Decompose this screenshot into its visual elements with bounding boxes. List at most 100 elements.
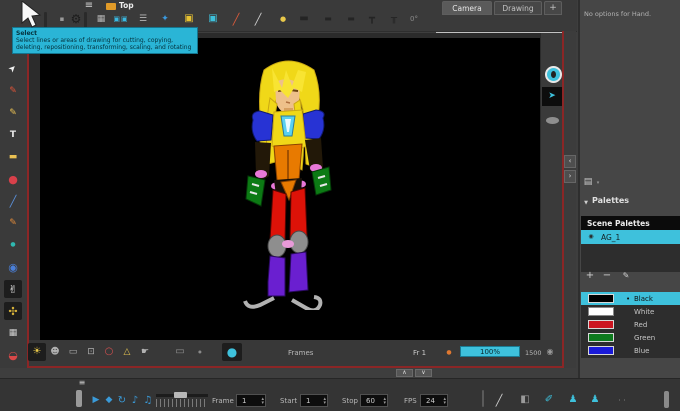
grid-tool[interactable]: ▦ — [4, 324, 22, 342]
edit-palette-button[interactable]: ✎ — [620, 270, 632, 282]
puppet-icon-1[interactable]: ♟ — [566, 393, 580, 407]
grid-icon[interactable]: ▦ — [94, 11, 108, 27]
plug-icon[interactable]: ▪ — [56, 11, 68, 27]
frame-spinbox[interactable]: 1 ▴ ▾ — [236, 394, 266, 407]
tab-camera[interactable]: Camera — [442, 1, 492, 15]
pencil-tool[interactable]: ✎ — [4, 82, 22, 100]
palette-pot-tool[interactable]: ◒ — [4, 346, 22, 364]
color-swatch-blue[interactable] — [588, 346, 614, 355]
rotation-reset-icon[interactable]: 0° — [406, 11, 422, 27]
battery-icon[interactable]: ▭ — [172, 345, 188, 359]
dropper-tool[interactable]: ● — [4, 236, 22, 254]
line-tool[interactable]: ╱ — [4, 192, 22, 210]
collapse-right-button[interactable]: › — [564, 170, 576, 183]
camera-canvas[interactable] — [40, 38, 540, 340]
bench-icon[interactable]: ╥ — [386, 11, 402, 27]
toolbar-separator — [44, 12, 47, 28]
color-swatch-black[interactable] — [588, 294, 614, 303]
play-button[interactable]: ▶ — [90, 394, 102, 407]
fps-spinbox[interactable]: 24 ▴ ▾ — [420, 394, 448, 407]
frame-spinner-icon[interactable]: ▴ ▾ — [261, 396, 265, 405]
flat-tool-icon-2[interactable]: ▬ — [320, 11, 336, 27]
color-row-red[interactable]: Red — [581, 318, 680, 331]
paint-bucket-tool[interactable]: ● — [4, 170, 22, 188]
add-palette-button[interactable]: + — [584, 270, 596, 282]
stop-spinbox[interactable]: 60 ▴ ▾ — [360, 394, 388, 407]
color-label-white: White — [634, 308, 655, 316]
timeline-scrollbar[interactable] — [664, 391, 669, 408]
tab-drawing[interactable]: Drawing — [494, 1, 542, 15]
pen-stroke-icon[interactable]: ╱ — [229, 11, 243, 27]
lock-icon[interactable]: ▣ — [182, 11, 196, 27]
palettes-header: Palettes — [592, 196, 630, 205]
red-ring-icon[interactable]: ○ — [102, 345, 116, 359]
rotate-view-tool[interactable]: ✣ — [4, 302, 22, 320]
frames-label: Frames — [288, 349, 314, 357]
timeline-mini-scrollbar[interactable] — [76, 390, 82, 407]
view-target-dot — [551, 71, 556, 78]
fps-spinner-icon[interactable]: ▴ ▾ — [443, 396, 447, 405]
palette-row-selected[interactable]: ◉ AG_1 — [581, 230, 680, 244]
start-spinner-icon[interactable]: ▴ ▾ — [323, 396, 327, 405]
light-icon[interactable]: ● — [277, 11, 289, 27]
collapse-left-button[interactable]: ‹ — [564, 155, 576, 168]
timeline-menu-icon[interactable]: ≡ — [76, 378, 88, 388]
add-view-button[interactable]: + — [544, 1, 562, 15]
exposure-sheet-icon[interactable]: ☰ — [136, 11, 150, 27]
frame-scrubber[interactable] — [156, 392, 208, 407]
stamp-icon[interactable]: ┳ — [364, 11, 380, 27]
camera-mask-icon[interactable]: ◧ — [518, 393, 532, 407]
oval-button[interactable] — [546, 117, 559, 124]
stop-spinner-icon[interactable]: ▴ ▾ — [383, 396, 387, 405]
play-circle-icon[interactable]: ● — [224, 344, 240, 360]
onion-skin-icon[interactable]: ▣▣ — [110, 11, 132, 27]
scrubber-handle[interactable] — [174, 392, 187, 398]
sound-scrub-button[interactable]: ♫ — [142, 394, 154, 407]
color-swatch-green[interactable] — [588, 333, 614, 342]
small-dot-icon[interactable]: ● — [196, 347, 204, 357]
hand-pointer-icon[interactable]: ☛ — [138, 345, 152, 359]
gear-icon[interactable]: ⚙ — [68, 11, 84, 27]
render-play-button[interactable]: ◆ — [103, 394, 115, 407]
zoom-level-bar[interactable]: 100% — [460, 346, 520, 357]
color-row-blue[interactable]: Blue — [581, 344, 680, 357]
snapshot-icon[interactable]: ◉ — [544, 346, 556, 358]
collapse-up-button[interactable]: ∧ — [396, 369, 413, 377]
remove-palette-button[interactable]: − — [601, 270, 613, 282]
paint-mode-icon[interactable]: ✐ — [542, 393, 556, 407]
right-splitter[interactable] — [564, 31, 576, 368]
eraser-tool[interactable]: ▬ — [4, 148, 22, 166]
palette-list-empty[interactable] — [581, 244, 680, 272]
warning-triangle-icon[interactable]: △ — [120, 345, 134, 359]
flat-tool-icon-1[interactable]: ▬ — [296, 11, 312, 27]
antenna-icon[interactable]: ✦ — [158, 11, 172, 27]
start-spinbox[interactable]: 1 ▴ ▾ — [300, 394, 328, 407]
hand-tool[interactable]: ✌ — [4, 280, 22, 298]
color-row-black[interactable]: • Black — [581, 292, 680, 305]
flat-tool-icon-3[interactable]: ▬ — [343, 11, 359, 27]
brush-tool[interactable]: ✎ — [4, 104, 22, 122]
color-row-green[interactable]: Green — [581, 331, 680, 344]
zoom-tool[interactable]: ◉ — [4, 258, 22, 276]
palettes-collapse-icon[interactable]: ▼ — [582, 199, 590, 207]
panel-doc-icon[interactable]: ▤ — [582, 176, 594, 188]
line-stroke-icon[interactable]: ╱ — [251, 11, 265, 27]
contour-pencil-tool[interactable]: ✎ — [4, 214, 22, 232]
loop-button[interactable]: ↻ — [116, 394, 128, 407]
unlock-icon[interactable]: ▣ — [206, 11, 220, 27]
color-swatch-white[interactable] — [588, 307, 614, 316]
sound-button[interactable]: ♪ — [129, 394, 141, 407]
color-swatch-red[interactable] — [588, 320, 614, 329]
color-row-white[interactable]: White — [581, 305, 680, 318]
frame-border-icon[interactable]: ▭ — [66, 345, 80, 359]
text-tool[interactable]: T — [4, 126, 22, 144]
safe-area-icon[interactable]: ⊡ — [84, 345, 98, 359]
animation-app-window: ≡ Top ▪ ⚙ ▦ ▣▣ ☰ ✦ ▣ ▣ ╱ ╱ ● ▬ ▬ ▬ ┳ ╥ 0… — [0, 0, 680, 411]
puppet-icon-2[interactable]: ♟ — [588, 393, 602, 407]
camera-button[interactable]: ➤ — [542, 87, 562, 106]
view-target-button[interactable] — [545, 66, 562, 83]
light-bulb-icon[interactable]: ☀ — [30, 345, 44, 359]
collapse-down-button[interactable]: ∨ — [415, 369, 432, 377]
line-style-icon[interactable]: ╱ — [492, 393, 506, 407]
character-view-icon[interactable]: ☻ — [48, 345, 62, 359]
